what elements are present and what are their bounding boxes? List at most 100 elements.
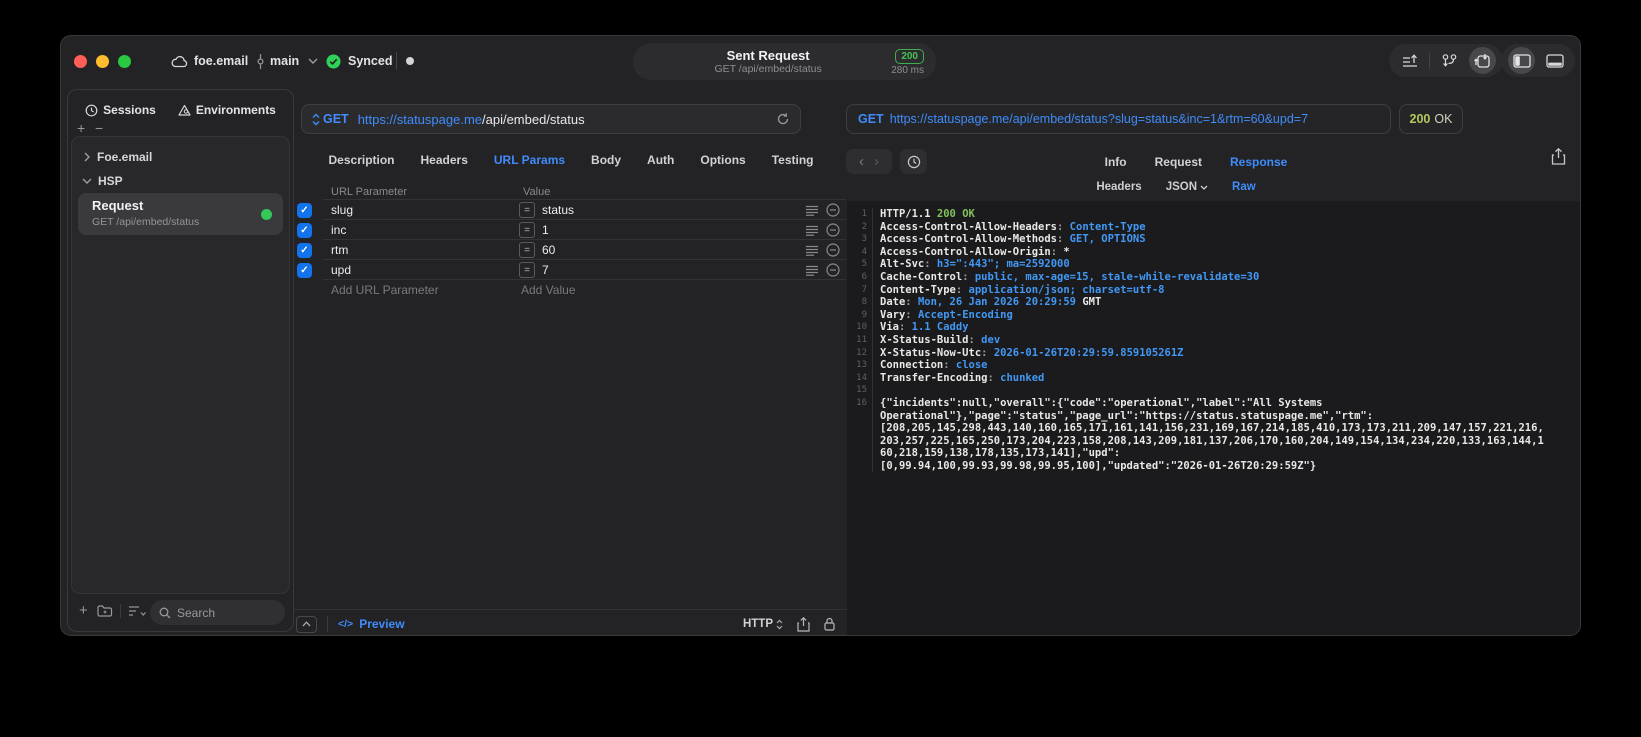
response-code-line: 2 Access-Control-Allow-Headers: Content-T… — [847, 220, 1580, 234]
environments-icon — [178, 104, 191, 117]
expand-panel-button[interactable] — [296, 615, 317, 633]
subtab-json[interactable]: JSON — [1166, 181, 1208, 193]
param-enabled-checkbox[interactable]: ✓ — [297, 202, 312, 218]
sent-request-status-pill[interactable]: Sent Request GET /api/embed/status 200 2… — [633, 43, 936, 80]
response-code-line: 4 Access-Control-Allow-Origin: * — [847, 245, 1580, 259]
param-enabled-checkbox[interactable]: ✓ — [297, 242, 312, 258]
export-response-button[interactable] — [1551, 148, 1566, 165]
minimize-window-button[interactable] — [96, 55, 109, 68]
remove-row-icon[interactable] — [826, 243, 840, 257]
clock-icon — [907, 155, 920, 168]
tab-sessions[interactable]: Sessions — [85, 103, 156, 117]
param-operator-badge[interactable]: = — [519, 222, 535, 238]
param-enabled-checkbox[interactable]: ✓ — [297, 222, 312, 238]
response-code: 1 HTTP/1.1 200 OK 2 Access-Control-Allow-He… — [847, 208, 1580, 473]
tree-group-foe-email[interactable]: Foe.email — [84, 149, 152, 165]
chevron-down-icon — [308, 58, 318, 64]
response-status-text: OK — [1434, 112, 1453, 126]
param-value-cell[interactable]: 60 — [542, 243, 806, 257]
row-options-icon[interactable] — [806, 245, 818, 256]
new-folder-button[interactable] — [97, 604, 113, 618]
push-changes-button[interactable] — [1396, 47, 1423, 74]
sort-group-button[interactable] — [128, 604, 147, 618]
subtab-headers[interactable]: Headers — [1096, 181, 1141, 193]
response-body[interactable]: 1 HTTP/1.1 200 OK 2 Access-Control-Allow-He… — [847, 201, 1580, 635]
tab-url-params[interactable]: URL Params — [494, 153, 565, 167]
remove-row-icon[interactable] — [826, 223, 840, 237]
tab-options[interactable]: Options — [700, 153, 745, 167]
param-value-cell[interactable]: 1 — [542, 223, 806, 237]
lock-button[interactable] — [824, 617, 835, 631]
share-request-button[interactable] — [797, 616, 810, 632]
response-url-display[interactable]: GET https://statuspage.me/api/embed/stat… — [846, 104, 1391, 134]
remove-session-button[interactable]: − — [95, 121, 103, 135]
transfer-button[interactable] — [1469, 47, 1496, 74]
param-name-cell[interactable]: rtm — [331, 243, 501, 257]
param-value-cell[interactable]: status — [542, 203, 806, 217]
tree-group-label: Foe.email — [97, 150, 153, 164]
history-clock-button[interactable] — [900, 149, 927, 174]
remove-row-icon[interactable] — [826, 263, 840, 277]
param-name-cell[interactable]: upd — [331, 263, 501, 277]
response-code-line: 7 Content-Type: application/json; charset… — [847, 283, 1580, 297]
param-operator-badge[interactable]: = — [519, 242, 535, 258]
actions-divider — [1429, 52, 1430, 69]
branch-sync-button[interactable] — [1436, 47, 1463, 74]
subtab-raw[interactable]: Raw — [1232, 181, 1256, 193]
response-status-box: 200 OK — [1399, 104, 1463, 134]
sync-status[interactable]: Synced — [326, 50, 392, 72]
param-name-cell[interactable]: inc — [331, 223, 501, 237]
tree-group-hsp[interactable]: HSP — [82, 173, 123, 189]
history-back-button[interactable]: ‹ — [859, 154, 864, 169]
param-enabled-checkbox[interactable]: ✓ — [297, 262, 312, 278]
tab-testing[interactable]: Testing — [772, 153, 814, 167]
tab-headers[interactable]: Headers — [421, 153, 468, 167]
close-window-button[interactable] — [74, 55, 87, 68]
add-session-button[interactable]: + — [77, 121, 85, 135]
row-options-icon[interactable] — [806, 225, 818, 236]
workspace-name: foe.email — [194, 54, 249, 68]
add-param-placeholder[interactable]: Add URL Parameter — [331, 283, 521, 297]
line-number: 4 — [847, 245, 873, 259]
row-options-icon[interactable] — [806, 265, 818, 276]
branch-selector[interactable]: main — [256, 50, 318, 72]
tab-response[interactable]: Response — [1230, 155, 1287, 169]
preview-button[interactable]: Preview — [359, 617, 404, 631]
sidebar-request-item[interactable]: Request GET /api/embed/status — [78, 193, 283, 235]
tab-info[interactable]: Info — [1105, 155, 1127, 169]
line-number — [847, 409, 873, 423]
line-number: 10 — [847, 321, 873, 334]
param-name-cell[interactable]: slug — [331, 203, 501, 217]
param-row: ✓ rtm = 60 — [296, 240, 846, 260]
response-code-line: 14 Transfer-Encoding: chunked — [847, 371, 1580, 385]
history-forward-button[interactable]: › — [874, 154, 879, 169]
toggle-bottom-panel-button[interactable] — [1541, 47, 1568, 74]
tab-description[interactable]: Description — [329, 153, 395, 167]
request-url-bar[interactable]: GET https://statuspage.me/api/embed/stat… — [301, 104, 801, 134]
row-options-icon[interactable] — [806, 205, 818, 216]
tab-sessions-label: Sessions — [103, 103, 156, 117]
response-code-line: [0,99.94,100,99.93,99.98,99.95,100],"upd… — [847, 459, 1580, 473]
tab-auth[interactable]: Auth — [647, 153, 674, 167]
protocol-selector[interactable]: HTTP — [743, 618, 773, 630]
add-request-button[interactable]: + — [79, 603, 88, 618]
tab-body[interactable]: Body — [591, 153, 621, 167]
tab-environments[interactable]: Environments — [178, 103, 276, 117]
refresh-icon[interactable] — [776, 112, 790, 126]
param-value-cell[interactable]: 7 — [542, 263, 806, 277]
param-operator-badge[interactable]: = — [519, 202, 535, 218]
param-operator-badge[interactable]: = — [519, 262, 535, 278]
zoom-window-button[interactable] — [118, 55, 131, 68]
git-commit-icon — [256, 53, 265, 69]
tab-request[interactable]: Request — [1155, 155, 1202, 169]
response-code-line: 3 Access-Control-Allow-Methods: GET, OPTI… — [847, 233, 1580, 246]
workspace-switcher[interactable]: foe.email — [171, 50, 248, 72]
line-number: 13 — [847, 359, 873, 372]
line-number: 8 — [847, 296, 873, 309]
toggle-sidebar-button[interactable] — [1508, 47, 1535, 74]
add-value-placeholder[interactable]: Add Value — [521, 283, 576, 297]
remove-row-icon[interactable] — [826, 203, 840, 217]
sidebar-search[interactable]: Search — [150, 600, 285, 625]
response-code-line: 6 Cache-Control: public, max-age=15, stal… — [847, 270, 1580, 284]
request-method[interactable]: GET — [323, 112, 349, 126]
